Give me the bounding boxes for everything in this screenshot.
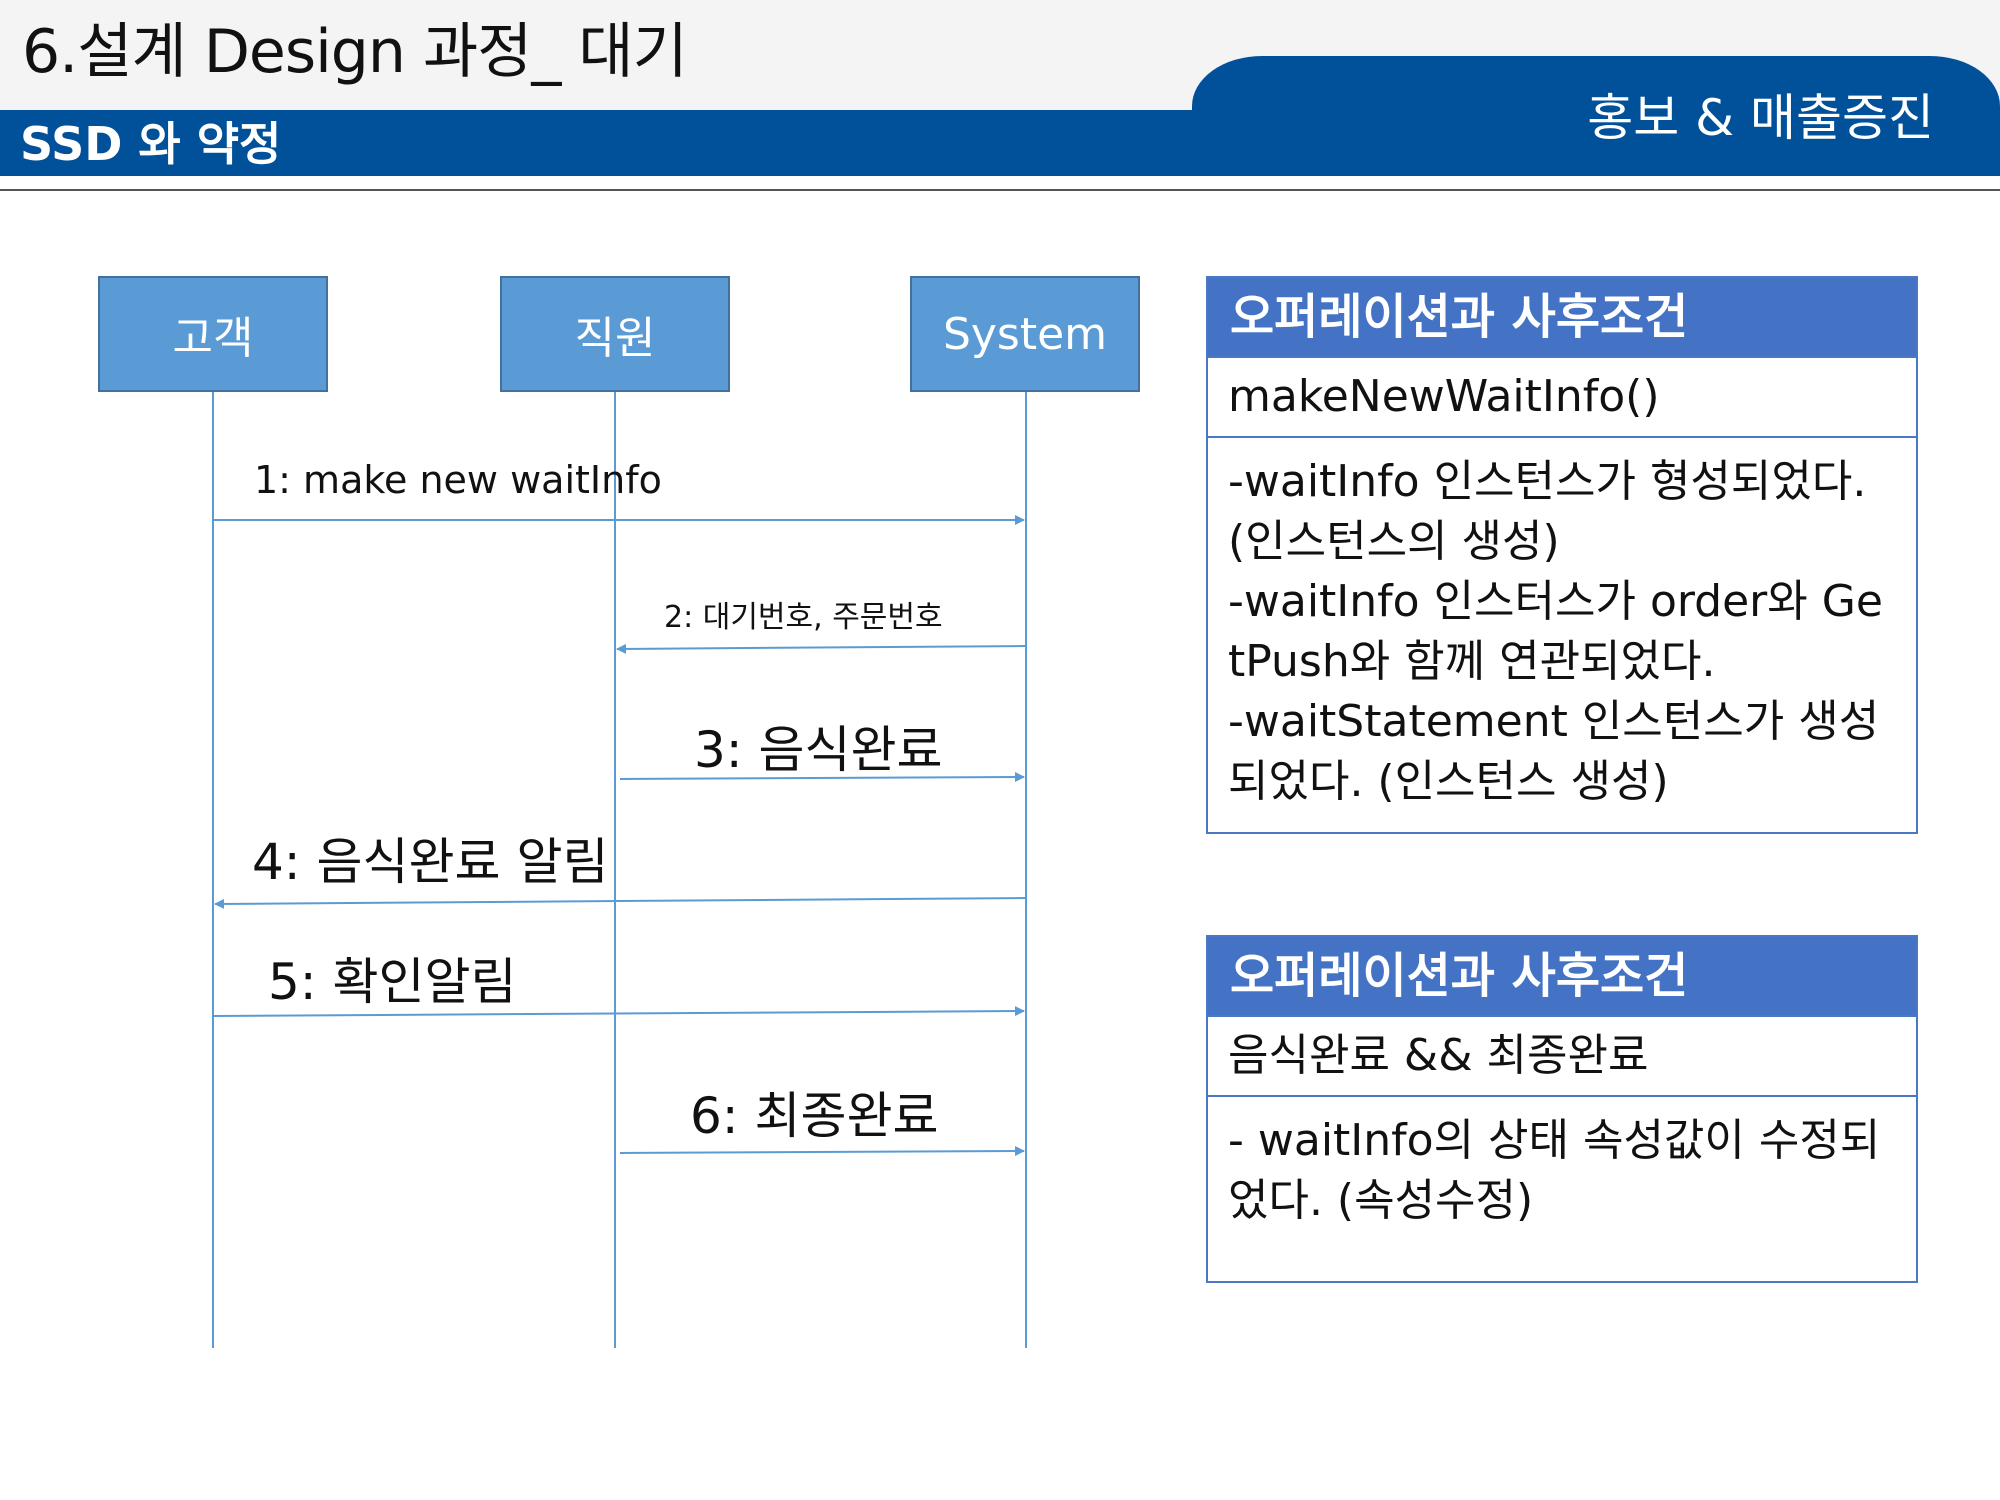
postconditions-text: -waitInfo 인스턴스가 형성되었다. (인스턴스의 생성) -waitI…	[1208, 436, 1916, 832]
message-label-3: 3: 음식완료	[694, 721, 943, 779]
operation-name: makeNewWaitInfo()	[1208, 356, 1916, 436]
message-arrow-6	[619, 1146, 1025, 1157]
message-arrow-2	[616, 643, 1027, 654]
message-label-1: 1: make new waitInfo	[254, 458, 662, 502]
operation-name: 음식완료 && 최종완료	[1208, 1015, 1916, 1095]
message-label-4: 4: 음식완료 알림	[252, 833, 609, 891]
operation-card-1: 오퍼레이션과 사후조건 makeNewWaitInfo() -waitInfo …	[1206, 276, 1918, 834]
message-label-6: 6: 최종완료	[690, 1087, 939, 1145]
message-label-2: 2: 대기번호, 주문번호	[664, 600, 943, 635]
operation-card-header: 오퍼레이션과 사후조건	[1208, 278, 1916, 356]
actor-customer: 고객	[98, 276, 328, 392]
message-arrow-4	[214, 897, 1027, 909]
actor-system: System	[910, 276, 1140, 392]
postconditions-text: - waitInfo의 상태 속성값이 수정되었다. (속성수정)	[1208, 1095, 1916, 1281]
operation-card-header: 오퍼레이션과 사후조건	[1208, 937, 1916, 1015]
message-label-5: 5: 확인알림	[268, 953, 517, 1011]
actor-staff: 직원	[500, 276, 730, 392]
operation-card-2: 오퍼레이션과 사후조건 음식완료 && 최종완료 - waitInfo의 상태 …	[1206, 935, 1918, 1283]
